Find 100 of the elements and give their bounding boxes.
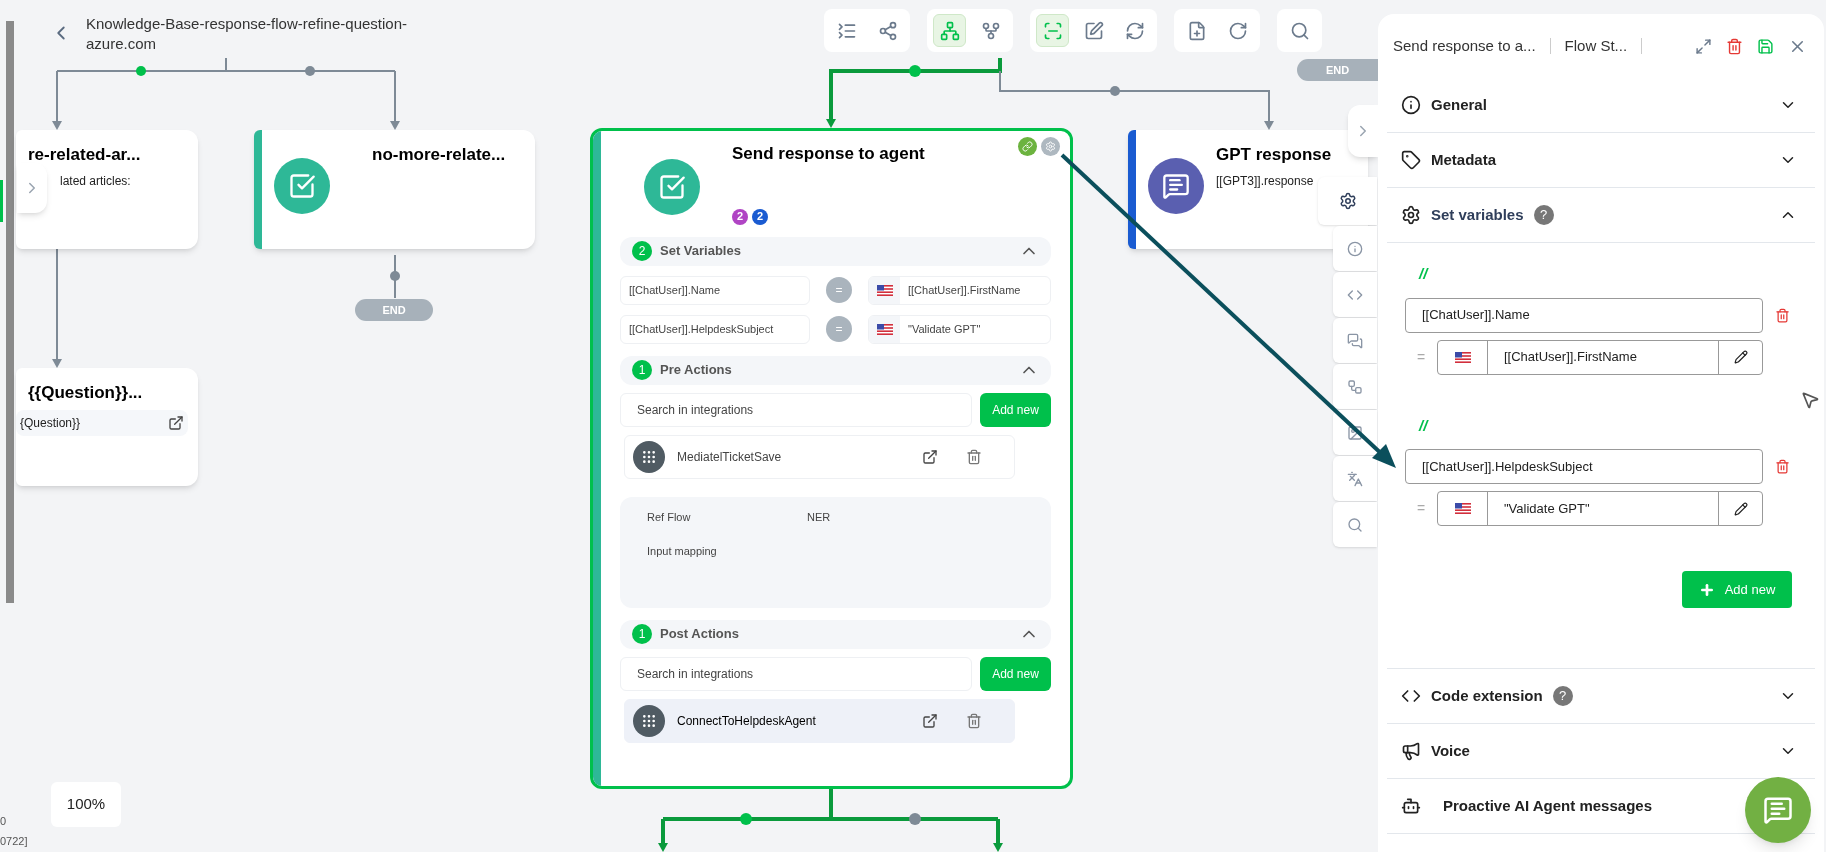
- gear-icon: [1401, 205, 1421, 225]
- integration-name: ConnectToHelpdeskAgent: [677, 712, 817, 730]
- external-link-icon[interactable]: [168, 414, 184, 431]
- external-link-icon[interactable]: [922, 712, 938, 729]
- connector-dot: [740, 813, 752, 825]
- accordion-header[interactable]: Voice: [1387, 724, 1815, 779]
- focus-frame-button[interactable]: [1036, 14, 1069, 47]
- search-icon: [1347, 516, 1363, 533]
- value-field[interactable]: [[ChatUser]].FirstName: [868, 275, 1051, 305]
- flow-node[interactable]: no-more-relate...: [254, 130, 535, 249]
- flag-icon: [876, 284, 893, 296]
- connector-dot: [305, 66, 315, 76]
- plus-icon: [1698, 581, 1715, 598]
- refresh-icon: [1124, 20, 1145, 41]
- connector-line: [394, 254, 396, 299]
- value-field[interactable]: "Validate GPT": [868, 314, 1051, 344]
- corner-text: 0: [0, 814, 7, 829]
- grid-icon: [633, 704, 665, 737]
- value-text: [[ChatUser]].FirstName: [1503, 348, 1638, 367]
- checkbox-icon: [658, 173, 686, 201]
- count-badge: 1: [632, 624, 652, 644]
- panel-title: Send response to a...: [1393, 35, 1536, 56]
- comment-marker: //: [1417, 264, 1430, 284]
- count-badge: 2: [732, 208, 748, 225]
- section-title: Metadata: [1431, 149, 1497, 170]
- link-icon[interactable]: [1018, 137, 1037, 156]
- accordion-header[interactable]: Metadata: [1387, 133, 1815, 188]
- trash-icon[interactable]: [966, 448, 982, 465]
- variable-field[interactable]: [[ChatUser]].Name: [620, 275, 810, 305]
- accordion-header[interactable]: Code extension ?: [1387, 669, 1815, 724]
- flow-node[interactable]: re-related-ar... lated articles:: [16, 130, 198, 249]
- flow-node[interactable]: {{Question}}... {Question}}: [16, 368, 198, 486]
- node-title: {{Question}}...: [28, 382, 144, 404]
- fork-icon: [980, 20, 1001, 41]
- search-field[interactable]: Search in integrations: [620, 656, 972, 691]
- flag-icon: [1454, 351, 1471, 363]
- connector-dot: [909, 813, 921, 825]
- info-icon: [1401, 95, 1421, 115]
- hierarchy-icon: [939, 20, 960, 41]
- value-text: [[ChatUser]].FirstName: [907, 282, 1021, 298]
- variable-field[interactable]: [[ChatUser]].Name: [1405, 297, 1763, 333]
- end-marker: END: [355, 299, 433, 321]
- node-subtitle: lated articles:: [59, 172, 132, 190]
- link-row[interactable]: {Question}}: [16, 409, 188, 436]
- pencil-icon: [1733, 501, 1748, 516]
- nodes-icon: [877, 20, 898, 41]
- variable-field[interactable]: [[ChatUser]].HelpdeskSubject: [620, 314, 810, 344]
- translate-icon: [1347, 470, 1363, 487]
- section-header[interactable]: 1 Post Actions: [620, 619, 1051, 649]
- end-marker: END: [1297, 59, 1378, 81]
- count-badge: 2: [752, 208, 768, 225]
- restart-icon: [1227, 20, 1248, 41]
- bot-icon: [1401, 796, 1421, 816]
- trash-icon[interactable]: [966, 712, 982, 729]
- checkbox-icon: [288, 172, 316, 200]
- value-field[interactable]: [[ChatUser]].FirstName: [1437, 339, 1763, 375]
- section-title: Post Actions: [660, 625, 740, 644]
- integration-item[interactable]: ConnectToHelpdeskAgent: [624, 698, 1015, 743]
- section-header[interactable]: 1 Pre Actions: [620, 355, 1051, 385]
- node-title: Send response to agent: [732, 143, 925, 165]
- ref-flow-label: Ref Flow: [647, 509, 692, 525]
- connector-dot: [1110, 86, 1120, 96]
- search-field[interactable]: Search in integrations: [620, 392, 972, 427]
- edit-icon: [1083, 20, 1104, 41]
- variable-field[interactable]: [[ChatUser]].HelpdeskSubject: [1405, 449, 1763, 484]
- settings-icon: [1338, 192, 1357, 210]
- section-title: Voice: [1431, 740, 1470, 761]
- trash-icon[interactable]: [1775, 307, 1790, 323]
- comment-marker: //: [1417, 415, 1430, 436]
- equals-sign: =: [1415, 347, 1427, 367]
- external-link-icon[interactable]: [922, 448, 938, 465]
- focus-frame-icon: [1042, 20, 1063, 41]
- flow-title: Knowledge-Base-response-flow-refine-question-azure.com: [86, 14, 408, 54]
- node-title: re-related-ar...: [28, 144, 141, 166]
- node-subtitle: [[GPT3]].response: [1216, 172, 1315, 190]
- trash-icon[interactable]: [1775, 459, 1790, 474]
- flag-icon: [1454, 503, 1471, 514]
- section-title: Set Variables: [660, 242, 742, 261]
- integration-item[interactable]: MediatelTicketSave: [624, 434, 1015, 479]
- settings-button[interactable]: [1318, 177, 1377, 225]
- flow-node[interactable]: [590, 128, 1073, 789]
- zoom-level-button[interactable]: 100%: [51, 782, 121, 827]
- accordion-header[interactable]: Set variables ?: [1387, 188, 1815, 243]
- input-mapping-label: Input mapping: [647, 544, 718, 559]
- flag-icon: [876, 323, 893, 335]
- chat-button[interactable]: [1333, 318, 1377, 363]
- hierarchy-button[interactable]: [933, 14, 966, 47]
- section-header[interactable]: 2 Set Variables: [620, 236, 1051, 266]
- flow-icon: [1347, 378, 1363, 395]
- scrollbar[interactable]: [6, 21, 14, 603]
- equals-sign: =: [1415, 499, 1427, 518]
- value-text: "Validate GPT": [1503, 499, 1591, 518]
- help-badge[interactable]: ?: [1552, 686, 1573, 706]
- section-title: Set variables: [1431, 204, 1524, 225]
- expand-icon[interactable]: [1695, 37, 1712, 55]
- value-field[interactable]: "Validate GPT": [1437, 491, 1763, 526]
- save-icon[interactable]: [1757, 37, 1774, 55]
- help-badge[interactable]: ?: [1533, 205, 1554, 225]
- accordion-header[interactable]: General: [1387, 78, 1815, 133]
- trash-icon[interactable]: [1726, 37, 1743, 55]
